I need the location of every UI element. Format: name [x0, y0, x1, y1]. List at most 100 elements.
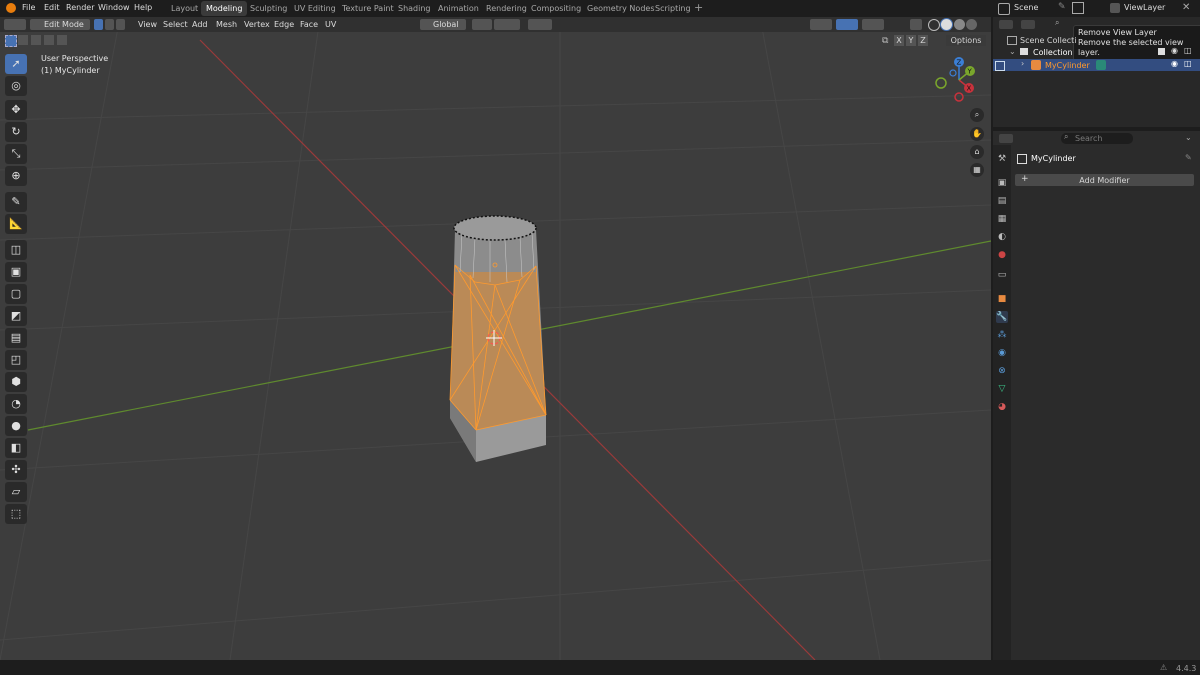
menu-uv[interactable]: UV: [325, 20, 336, 29]
snap-button[interactable]: [494, 19, 520, 30]
props-editor-type-icon[interactable]: [999, 134, 1013, 143]
shading-solid-icon[interactable]: [941, 19, 952, 30]
editor-type-button[interactable]: [4, 19, 26, 30]
transform-tool-icon[interactable]: ⊕: [5, 166, 27, 186]
face-select-button[interactable]: [116, 19, 125, 30]
annotate-tool-icon[interactable]: ✎: [5, 192, 27, 212]
pan-hand-icon[interactable]: ✋: [970, 127, 984, 141]
outliner-search-icon[interactable]: ⌕: [1055, 18, 1059, 28]
shading-wireframe-icon[interactable]: [928, 19, 940, 31]
tab-texture-paint[interactable]: Texture Paint: [337, 1, 399, 16]
select-subtract-icon[interactable]: [31, 35, 41, 45]
collection-visibility-icon[interactable]: ◉: [1171, 46, 1178, 55]
outliner-filter-icon[interactable]: [1021, 20, 1035, 29]
render-tab-icon[interactable]: ▣: [996, 177, 1008, 189]
pin-properties-icon[interactable]: ✎: [1185, 153, 1192, 162]
scene-icon[interactable]: [998, 3, 1010, 15]
pin-icon[interactable]: ✎: [1058, 2, 1066, 12]
3d-viewport[interactable]: [0, 17, 991, 660]
cursor-tool-icon[interactable]: ◎: [5, 76, 27, 96]
object-mode-icon[interactable]: [995, 61, 1005, 71]
scale-tool-icon[interactable]: ⤡: [5, 144, 27, 164]
loop-cut-tool-icon[interactable]: ▤: [5, 328, 27, 348]
camera-view-icon[interactable]: ⌂: [970, 145, 984, 159]
properties-search-input[interactable]: Search: [1061, 133, 1133, 144]
scene-name[interactable]: Scene: [1014, 3, 1038, 12]
extrude-tool-icon[interactable]: ▣: [5, 262, 27, 282]
menu-select[interactable]: Select: [163, 20, 188, 29]
rip-region-tool-icon[interactable]: ⬚: [5, 504, 27, 524]
tab-modeling[interactable]: Modeling: [201, 1, 248, 16]
object-render-icon[interactable]: ◫: [1184, 59, 1192, 68]
constraints-tab-icon[interactable]: ⊗: [996, 365, 1008, 377]
expand-collection-icon[interactable]: ⌄: [1009, 47, 1016, 56]
tab-uv-editing[interactable]: UV Editing: [289, 1, 341, 16]
add-cube-tool-icon[interactable]: ◫: [5, 240, 27, 260]
menu-face[interactable]: Face: [300, 20, 318, 29]
tool-tab-icon[interactable]: ⚒: [996, 153, 1008, 165]
menu-add[interactable]: Add: [192, 20, 208, 29]
menu-mesh[interactable]: Mesh: [216, 20, 237, 29]
options-dropdown[interactable]: Options: [946, 35, 986, 46]
menu-window[interactable]: Window: [98, 3, 130, 12]
new-scene-icon[interactable]: [1072, 2, 1084, 14]
shrink-fatten-tool-icon[interactable]: ✣: [5, 460, 27, 480]
select-box-tool-icon[interactable]: ➚: [5, 54, 27, 74]
tab-rendering[interactable]: Rendering: [481, 1, 532, 16]
shading-rendered-icon[interactable]: [966, 19, 977, 30]
zoom-icon[interactable]: ⌕: [970, 108, 984, 122]
overlay-toggle-button[interactable]: [862, 19, 884, 30]
proportional-edit-button[interactable]: [528, 19, 552, 30]
select-intersect-icon[interactable]: [57, 35, 67, 45]
smooth-tool-icon[interactable]: ●: [5, 416, 27, 436]
select-box-icon[interactable]: [5, 35, 17, 47]
remove-view-layer-icon[interactable]: ✕: [1182, 2, 1190, 13]
particles-tab-icon[interactable]: ⁂: [996, 329, 1008, 341]
blender-logo-icon[interactable]: [6, 3, 16, 13]
output-tab-icon[interactable]: ▤: [996, 195, 1008, 207]
physics-tab-icon[interactable]: ◉: [996, 347, 1008, 359]
select-extend-icon[interactable]: [18, 35, 28, 45]
tab-compositing[interactable]: Compositing: [526, 1, 586, 16]
mirror-y-button[interactable]: Y: [906, 35, 916, 46]
outliner-row-mycylinder[interactable]: › MyCylinder ◉ ◫: [993, 59, 1200, 71]
rotate-tool-icon[interactable]: ↻: [5, 122, 27, 142]
view-layer-icon[interactable]: [1110, 3, 1120, 13]
measure-tool-icon[interactable]: 📐: [5, 214, 27, 234]
tab-layout[interactable]: Layout: [166, 1, 203, 16]
poly-build-tool-icon[interactable]: ⬢: [5, 372, 27, 392]
shading-material-icon[interactable]: [954, 19, 965, 30]
tab-sculpting[interactable]: Sculpting: [245, 1, 292, 16]
knife-tool-icon[interactable]: ◰: [5, 350, 27, 370]
menu-file[interactable]: File: [22, 3, 35, 12]
select-invert-icon[interactable]: [44, 35, 54, 45]
spin-tool-icon[interactable]: ◔: [5, 394, 27, 414]
collection-tab-icon[interactable]: ▭: [996, 269, 1008, 281]
move-tool-icon[interactable]: ✥: [5, 100, 27, 120]
view-layer-name[interactable]: ViewLayer: [1124, 3, 1165, 12]
gizmo-toggle-button[interactable]: [836, 19, 858, 30]
object-visibility-icon[interactable]: ◉: [1171, 59, 1178, 68]
scene-tab-icon[interactable]: ◐: [996, 231, 1008, 243]
menu-vertex[interactable]: Vertex: [244, 20, 270, 29]
modifier-tab-icon[interactable]: 🔧: [996, 311, 1008, 323]
material-tab-icon[interactable]: ◕: [996, 401, 1008, 413]
data-tab-icon[interactable]: ▽: [996, 383, 1008, 395]
tab-scripting[interactable]: Scripting: [650, 1, 696, 16]
add-workspace-icon[interactable]: +: [694, 1, 703, 14]
inset-tool-icon[interactable]: ▢: [5, 284, 27, 304]
vertex-select-button[interactable]: [94, 19, 103, 30]
shear-tool-icon[interactable]: ▱: [5, 482, 27, 502]
pivot-button[interactable]: [472, 19, 492, 30]
menu-edge[interactable]: Edge: [274, 20, 294, 29]
menu-edit[interactable]: Edit: [44, 3, 60, 12]
edge-slide-tool-icon[interactable]: ◧: [5, 438, 27, 458]
menu-help[interactable]: Help: [134, 3, 152, 12]
add-modifier-button[interactable]: + Add Modifier: [1015, 174, 1194, 186]
world-tab-icon[interactable]: ●: [996, 249, 1008, 261]
navigation-gizmo[interactable]: Z X Y: [932, 55, 982, 105]
collection-exclude-checkbox[interactable]: [1158, 48, 1165, 55]
tab-animation[interactable]: Animation: [433, 1, 484, 16]
collection-label[interactable]: Collection: [1033, 48, 1073, 57]
menu-view[interactable]: View: [138, 20, 157, 29]
